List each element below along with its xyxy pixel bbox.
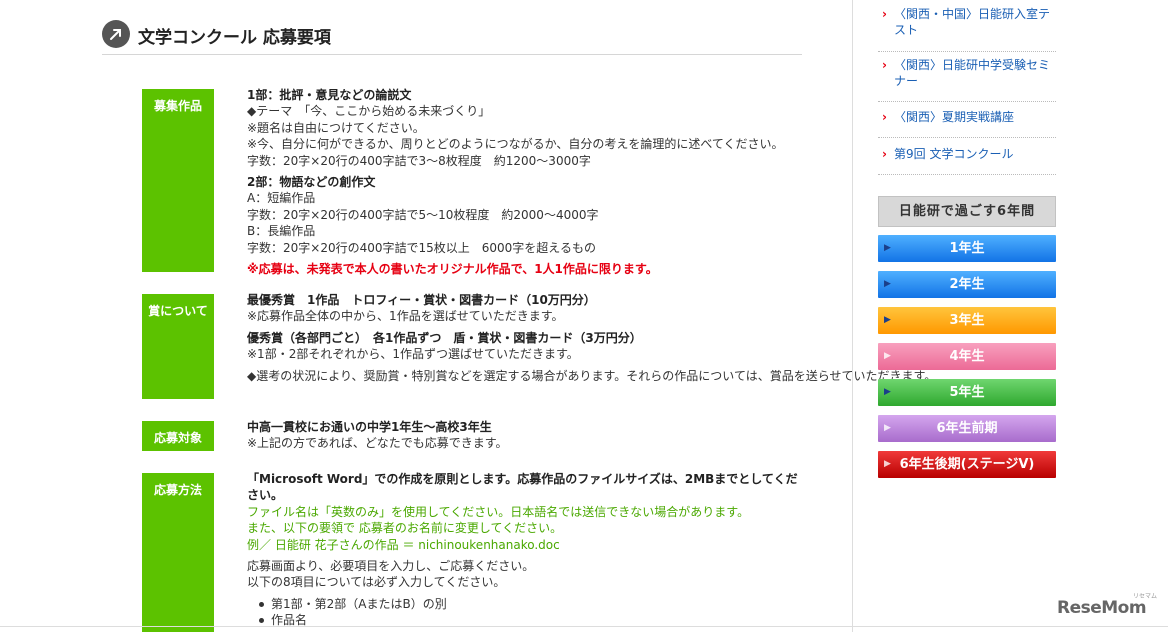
sidebar-link-contest[interactable]: › 第9回 文学コンクール — [878, 147, 1056, 175]
works-notice: ※応募は、未発表で本人の書いたオリジナル作品で、1人1作品に限ります。 — [247, 262, 658, 277]
filename-rule: ファイル名は「英数のみ」を使用してください。日本語名では送信できない場合がありま… — [247, 504, 750, 519]
works-content: 1部：批評・意見などの論説文 ◆テーマ 「今、ここから始める未来づくり」 ※題名… — [247, 87, 807, 277]
part2-a-count: 字数：20字×20行の400字詰で5〜10枚程度 約2000〜4000字 — [247, 207, 599, 222]
triangle-right-icon: ▶ — [884, 423, 891, 433]
method-content: 「Microsoft Word」での作成を原則とします。応募作品のファイルサイズ… — [247, 471, 807, 629]
eligibility-content: 中高一貫校にお通いの中学1年生〜高校3年生 ※上記の方であれば、どなたでも応募で… — [247, 419, 807, 452]
arrow-circle-icon — [102, 20, 130, 48]
grade-button-4[interactable]: ▶ 4年生 — [878, 343, 1056, 370]
eligibility-note: ※上記の方であれば、どなたでも応募できます。 — [247, 436, 508, 451]
sidebar-link-kansai-seminar[interactable]: › 〈関西〉日能研中学受験セミナー — [878, 58, 1056, 102]
triangle-right-icon: ▶ — [884, 459, 891, 469]
part2-b-count: 字数：20字×20行の400字詰で15枚以上 6000字を超えるもの — [247, 240, 596, 255]
resemom-logo: ReseMom — [1057, 598, 1147, 618]
part1-title: 1部：批評・意見などの論説文 — [247, 88, 412, 102]
section-label-method: 応募方法 — [142, 473, 214, 632]
list-item: 第1部・第2部（AまたはB）の別 — [257, 596, 807, 612]
grade-heading: 日能研で過ごす6年間 — [878, 196, 1056, 227]
prizes-content: 最優秀賞 1作品 トロフィー・賞状・図書カード（10万円分） ※応募作品全体の中… — [247, 292, 937, 384]
chevron-right-icon: › — [882, 7, 887, 21]
chevron-right-icon: › — [882, 58, 887, 72]
chevron-right-icon: › — [882, 147, 887, 161]
part1-note: ※題名は自由につけてください。 — [247, 120, 425, 135]
eligibility-target: 中高一貫校にお通いの中学1年生〜高校3年生 — [247, 420, 492, 434]
grade-button-6-first[interactable]: ▶ 6年生前期 — [878, 415, 1056, 442]
part1-count: 字数：20字×20行の400字詰で3〜8枚程度 約1200〜3000字 — [247, 153, 591, 168]
part2-b: B：長編作品 — [247, 224, 316, 239]
triangle-right-icon: ▶ — [884, 387, 891, 397]
grade-button-3[interactable]: ▶ 3年生 — [878, 307, 1056, 334]
grand-prize-title: 最優秀賞 1作品 トロフィー・賞状・図書カード（10万円分） — [247, 293, 596, 307]
triangle-right-icon: ▶ — [884, 351, 891, 361]
section-label-eligibility: 応募対象 — [142, 421, 214, 451]
required-items-list: 第1部・第2部（AまたはB）の別 作品名 — [247, 596, 807, 629]
grade-button-5[interactable]: ▶ 5年生 — [878, 379, 1056, 406]
rename-rule: また、以下の要領で 応募者のお名前に変更してください。 — [247, 521, 563, 536]
extra-prize-note: ◆選考の状況により、奨励賞・特別賞などを選定する場合があります。それらの作品につ… — [247, 368, 937, 383]
chevron-right-icon: › — [882, 110, 887, 124]
page-title: 文学コンクール 応募要項 — [138, 28, 331, 48]
excellent-prize-title: 優秀賞（各部門ごと） 各1作品ずつ 盾・賞状・図書カード（3万円分） — [247, 330, 642, 345]
part2-title: 2部：物語などの創作文 — [247, 175, 376, 190]
triangle-right-icon: ▶ — [884, 279, 891, 289]
part2-a: A：短編作品 — [247, 191, 316, 206]
grade-button-2[interactable]: ▶ 2年生 — [878, 271, 1056, 298]
bottom-border — [0, 626, 1168, 627]
triangle-right-icon: ▶ — [884, 315, 891, 325]
required-note: 以下の8項目については必ず入力してください。 — [247, 575, 506, 590]
grade-button-6-second[interactable]: ▶ 6年生後期(ステージV) — [878, 451, 1056, 478]
page-title-row: 文学コンクール 応募要項 — [102, 20, 802, 55]
filename-example: 例／ 日能研 花子さんの作品 ＝ nichinoukenhanako.doc — [247, 537, 560, 552]
sidebar-link-kansai-summer[interactable]: › 〈関西〉夏期実戦講座 — [878, 110, 1056, 138]
word-rule: 「Microsoft Word」での作成を原則とします。応募作品のファイルサイズ… — [247, 472, 798, 503]
input-note: 応募画面より、必要項目を入力し、ご応募ください。 — [247, 559, 535, 574]
triangle-right-icon: ▶ — [884, 243, 891, 253]
column-divider — [852, 0, 853, 632]
part1-note: ※今、自分に何ができるか、周りとどのようにつながるか、自分の考えを論理的に述べて… — [247, 137, 784, 152]
excellent-prize-note: ※1部・2部それぞれから、1作品ずつ選ばせていただきます。 — [247, 347, 579, 362]
grand-prize-note: ※応募作品全体の中から、1作品を選ばせていただきます。 — [247, 309, 564, 324]
sidebar-link-kansai-test[interactable]: › 〈関西・中国〉日能研入室テスト — [878, 7, 1056, 52]
section-label-works: 募集作品 — [142, 89, 214, 272]
section-label-prizes: 賞について — [142, 294, 214, 399]
grade-button-1[interactable]: ▶ 1年生 — [878, 235, 1056, 262]
part1-theme: ◆テーマ 「今、ここから始める未来づくり」 — [247, 104, 491, 119]
